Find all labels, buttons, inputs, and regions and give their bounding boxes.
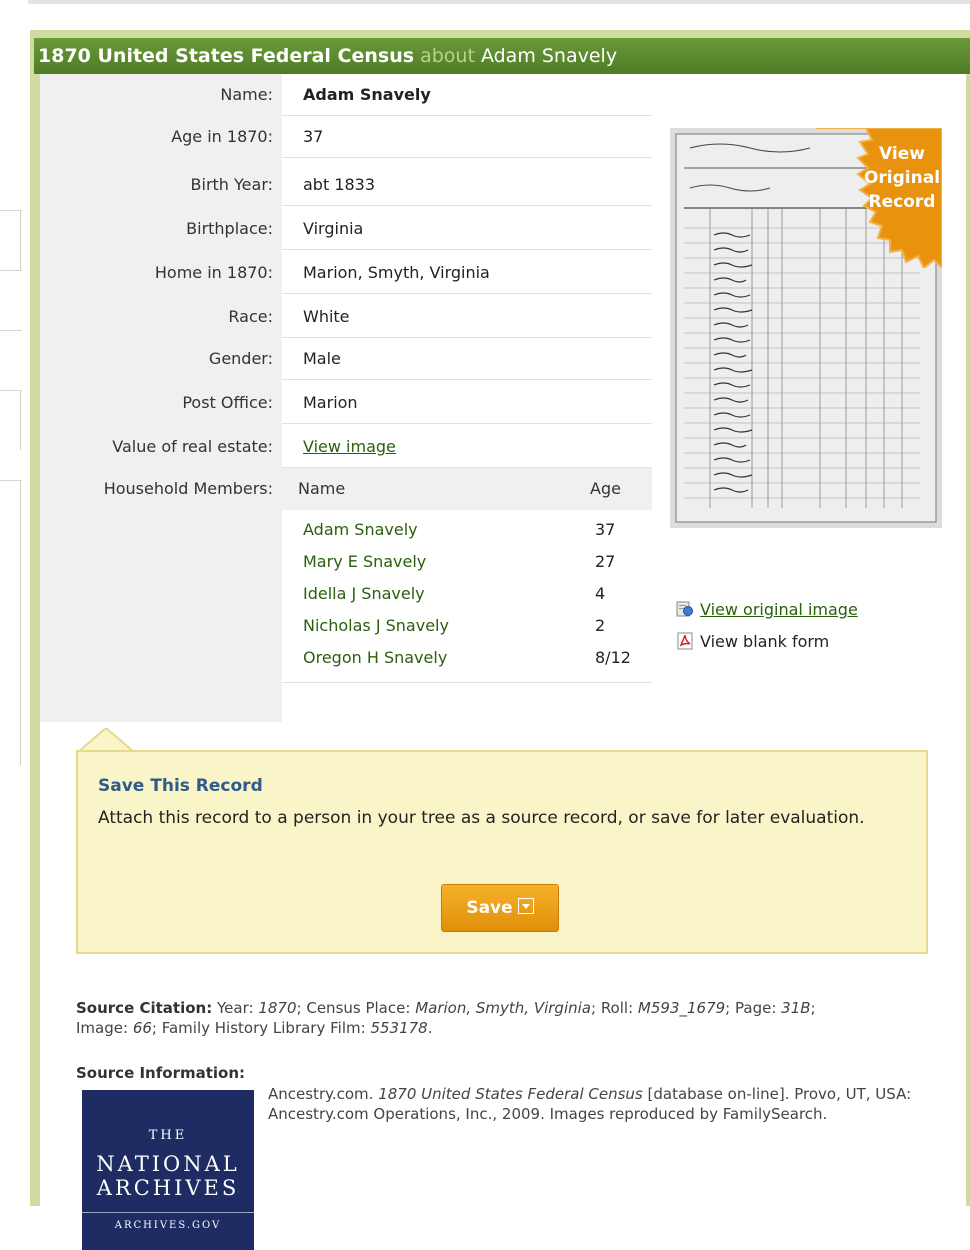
logo-url: ARCHIVES.GOV — [114, 1220, 222, 1231]
household-member[interactable]: Oregon H Snavely 8/12 — [303, 642, 643, 674]
savebox-pointer — [77, 728, 135, 752]
image-viewer-icon — [676, 597, 694, 617]
save-record-title: Save This Record — [98, 776, 263, 796]
field-label: Birth Year: — [190, 175, 273, 194]
field-value: 37 — [282, 116, 652, 158]
logo-line2: ARCHIVES — [96, 1176, 240, 1200]
field-label: Gender: — [208, 349, 273, 368]
household-member[interactable]: Adam Snavely 37 — [303, 514, 643, 546]
citation-image-label: Image: — [76, 1019, 129, 1037]
badge-line3: Record — [868, 192, 936, 212]
citation-year: 1870 — [258, 999, 297, 1017]
field-value: Male — [282, 338, 652, 380]
field-label: Home in 1870: — [154, 263, 273, 282]
citation-page: 31B — [781, 999, 811, 1017]
member-age: 4 — [595, 584, 606, 603]
citation-place-label: Census Place: — [306, 999, 411, 1017]
field-row-real-estate: Value of real estate: View image — [40, 426, 652, 468]
view-original-image-row[interactable]: View original image — [676, 594, 858, 626]
view-image-link[interactable]: View image — [303, 437, 396, 456]
member-age: 8/12 — [595, 648, 631, 667]
citation-film: 553178 — [370, 1019, 428, 1037]
source-info-pre: Ancestry.com. — [268, 1085, 374, 1103]
citation-roll: M593_1679 — [637, 999, 726, 1017]
household-header: Name Age — [282, 468, 652, 510]
view-original-image-link[interactable]: View original image — [700, 600, 858, 619]
citation-place: Marion, Smyth, Virginia — [415, 999, 591, 1017]
member-name[interactable]: Adam Snavely — [303, 520, 418, 539]
pdf-icon — [676, 629, 694, 650]
logo-the: THE — [148, 1128, 188, 1143]
member-name[interactable]: Nicholas J Snavely — [303, 616, 449, 635]
logo-line1: NATIONAL — [96, 1152, 240, 1176]
badge-line1: View — [879, 144, 925, 164]
source-info-title: 1870 United States Federal Census — [378, 1085, 643, 1103]
household-col-age: Age — [590, 479, 621, 498]
field-label: Race: — [228, 307, 273, 326]
field-value: View image — [282, 426, 652, 468]
save-button-label: Save — [466, 898, 513, 918]
source-information-text: Ancestry.com. 1870 United States Federal… — [268, 1084, 918, 1124]
member-age: 27 — [595, 552, 616, 571]
field-row-gender: Gender: Male — [40, 338, 652, 380]
field-value: White — [282, 296, 652, 338]
about-word: about — [420, 45, 475, 67]
save-button[interactable]: Save — [441, 884, 559, 932]
source-information-heading: Source Information: — [76, 1064, 246, 1082]
citation-page-label: Page: — [735, 999, 777, 1017]
field-value: Marion, Smyth, Virginia — [282, 252, 652, 294]
record-title-bar: 1870 United States Federal Census about … — [34, 38, 970, 74]
logo-rule — [82, 1212, 254, 1213]
field-row-age: Age in 1870: 37 — [40, 116, 652, 158]
field-label: Age in 1870: — [171, 127, 273, 146]
field-row-race: Race: White — [40, 296, 652, 338]
member-age: 2 — [595, 616, 606, 635]
field-row-birth-year: Birth Year: abt 1833 — [40, 164, 652, 206]
image-links: View original image View blank form — [676, 594, 858, 658]
citation-heading: Source Citation: — [76, 999, 213, 1017]
logo-name: NATIONAL ARCHIVES — [82, 1152, 254, 1200]
national-archives-logo[interactable]: THE NATIONAL ARCHIVES ARCHIVES.GOV — [82, 1090, 254, 1250]
citation-image: 66 — [132, 1019, 152, 1037]
dropdown-arrow-icon[interactable] — [517, 898, 534, 914]
view-blank-form-link[interactable]: View blank form — [700, 632, 829, 651]
record-panel: 1870 United States Federal Census about … — [30, 30, 970, 1250]
household-list: Adam Snavely 37 Mary E Snavely 27 Idella… — [282, 510, 652, 683]
member-age: 37 — [595, 520, 616, 539]
citation-roll-label: Roll: — [600, 999, 634, 1017]
field-row-home: Home in 1870: Marion, Smyth, Virginia — [40, 252, 652, 294]
field-row-name: Name: Adam Snavely — [40, 74, 652, 116]
field-row-post-office: Post Office: Marion — [40, 382, 652, 424]
member-name[interactable]: Idella J Snavely — [303, 584, 425, 603]
view-original-record-badge[interactable]: View Original Record — [806, 128, 942, 268]
left-page-edge — [0, 0, 28, 1206]
record-content: Name: Adam Snavely Age in 1870: 37 Birth… — [40, 74, 966, 1250]
field-row-birthplace: Birthplace: Virginia — [40, 208, 652, 250]
citation-fhl-label: Family History Library Film: — [161, 1019, 366, 1037]
view-blank-form-row[interactable]: View blank form — [676, 626, 858, 658]
field-label: Post Office: — [182, 393, 273, 412]
field-value: Marion — [282, 382, 652, 424]
household-label: Household Members: — [103, 479, 273, 498]
badge-line2: Original — [863, 168, 941, 188]
citation-year-label: Year: — [217, 999, 254, 1017]
source-citation: Source Citation: Year: 1870; Census Plac… — [76, 999, 816, 1037]
field-label: Birthplace: — [186, 219, 273, 238]
field-value: abt 1833 — [282, 164, 652, 206]
field-value: Virginia — [282, 208, 652, 250]
field-label: Name: — [220, 85, 273, 104]
field-value: Adam Snavely — [282, 74, 652, 116]
household-member[interactable]: Mary E Snavely 27 — [303, 546, 643, 578]
household-col-name: Name — [298, 479, 346, 498]
household-member[interactable]: Nicholas J Snavely 2 — [303, 610, 643, 642]
household-member[interactable]: Idella J Snavely 4 — [303, 578, 643, 610]
browser-edge — [0, 0, 970, 4]
member-name[interactable]: Mary E Snavely — [303, 552, 426, 571]
save-record-box: Save This Record Attach this record to a… — [76, 750, 928, 954]
field-label: Value of real estate: — [112, 437, 273, 456]
member-name[interactable]: Oregon H Snavely — [303, 648, 447, 667]
save-record-description: Attach this record to a person in your t… — [98, 808, 865, 828]
collection-title: 1870 United States Federal Census — [38, 45, 415, 67]
person-name: Adam Snavely — [480, 45, 618, 67]
